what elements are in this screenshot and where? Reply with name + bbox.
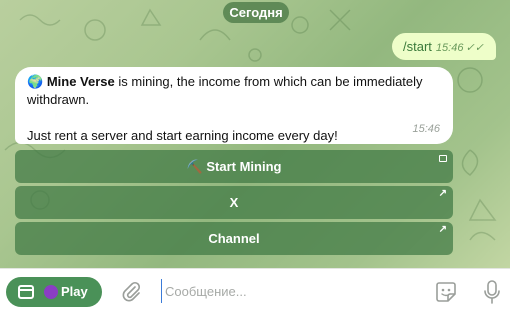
message-composer: Play: [0, 268, 510, 311]
date-separator: Сегодня: [223, 2, 289, 23]
channel-link-label: Channel: [208, 231, 260, 246]
double-check-icon: ✓✓: [465, 42, 484, 54]
outgoing-message-text[interactable]: /start: [403, 39, 432, 54]
web-app-icon: [18, 285, 34, 299]
x-link-label: X: [229, 195, 239, 210]
message-line-2: Just rent a server and start earning inc…: [27, 128, 338, 143]
brand-name: Mine Verse: [46, 74, 115, 89]
web-app-icon: [439, 155, 447, 162]
start-mining-button[interactable]: ⛏️ Start Mining: [15, 150, 453, 183]
purple-circle-emoji-icon: [44, 285, 58, 299]
x-link-button[interactable]: X ↗: [15, 186, 453, 219]
incoming-message[interactable]: 🌍 Mine Verse is mining, the income from …: [15, 67, 453, 144]
outgoing-message-time: 15:46: [435, 42, 464, 54]
message-input[interactable]: [161, 279, 411, 303]
sticker-icon[interactable]: [433, 279, 459, 305]
channel-link-button[interactable]: Channel ↗: [15, 222, 453, 255]
play-menu-label: Play: [61, 284, 88, 299]
outgoing-message[interactable]: /start 15:46 ✓✓: [392, 33, 496, 60]
globe-emoji-icon: 🌍: [27, 74, 44, 89]
message-line-1: 🌍 Mine Verse is mining, the income from …: [27, 73, 441, 109]
external-link-arrow-icon: ↗: [438, 224, 447, 235]
chat-area: Сегодня /start 15:46 ✓✓ 🌍 Mine Verse is mi…: [0, 0, 510, 268]
incoming-message-time: 15:46: [412, 123, 440, 135]
external-link-arrow-icon: ↗: [438, 188, 447, 199]
microphone-icon[interactable]: [482, 279, 502, 305]
start-mining-label: ⛏️ Start Mining: [186, 159, 282, 174]
paperclip-icon[interactable]: [120, 281, 142, 303]
play-menu-button[interactable]: Play: [6, 277, 102, 307]
